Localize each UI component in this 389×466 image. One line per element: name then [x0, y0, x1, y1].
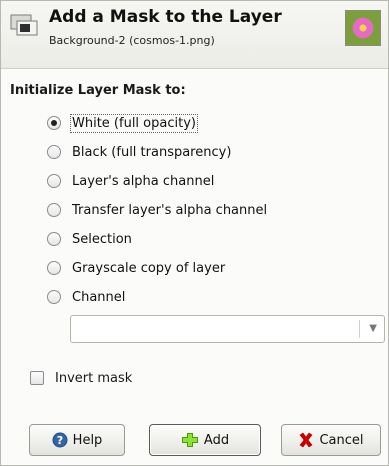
add-plus-icon — [181, 432, 199, 448]
help-icon: ? — [52, 432, 68, 448]
option-label: Channel — [72, 289, 126, 305]
option-label: Transfer layer's alpha channel — [72, 202, 268, 218]
option-transfer-alpha[interactable]: Transfer layer's alpha channel — [47, 199, 267, 221]
radio-button[interactable] — [47, 290, 61, 304]
dialog-subtitle: Background-2 (cosmos-1.png) — [49, 34, 215, 47]
cancel-button[interactable]: Cancel — [281, 424, 381, 456]
chevron-down-icon[interactable]: ▼ — [369, 323, 377, 334]
radio-button[interactable] — [47, 116, 61, 130]
add-button-label: Add — [203, 432, 230, 448]
dialog-header: Add a Mask to the Layer Background-2 (co… — [1, 1, 388, 69]
dialog-title: Add a Mask to the Layer — [49, 7, 282, 27]
radio-button[interactable] — [47, 232, 61, 246]
option-label: Black (full transparency) — [72, 144, 232, 160]
invert-mask-label: Invert mask — [55, 370, 133, 386]
help-button-label: Help — [72, 432, 103, 448]
option-layer-alpha[interactable]: Layer's alpha channel — [47, 170, 214, 192]
cancel-x-icon — [298, 432, 314, 448]
invert-mask-checkbox[interactable] — [30, 371, 44, 385]
layer-thumbnail — [345, 10, 381, 46]
option-label: White (full opacity) — [70, 113, 198, 133]
option-black[interactable]: Black (full transparency) — [47, 141, 231, 163]
mask-layer-icon — [9, 11, 39, 37]
add-layer-mask-dialog: Add a Mask to the Layer Background-2 (co… — [0, 0, 389, 466]
option-label: Layer's alpha channel — [72, 173, 215, 189]
invert-mask-row[interactable]: Invert mask — [30, 367, 132, 389]
option-selection[interactable]: Selection — [47, 228, 132, 250]
help-button[interactable]: ? Help — [29, 424, 125, 456]
option-label: Selection — [72, 231, 132, 247]
radio-button[interactable] — [47, 261, 61, 275]
combo-divider — [359, 320, 360, 338]
svg-text:?: ? — [56, 434, 62, 447]
channel-combo[interactable]: ▼ — [70, 315, 385, 343]
radio-button[interactable] — [47, 203, 61, 217]
option-grayscale-copy[interactable]: Grayscale copy of layer — [47, 257, 225, 279]
option-white[interactable]: White (full opacity) — [47, 112, 198, 134]
add-button[interactable]: Add — [149, 424, 261, 456]
section-label: Initialize Layer Mask to: — [10, 83, 186, 98]
radio-button[interactable] — [47, 145, 61, 159]
radio-button[interactable] — [47, 174, 61, 188]
option-label: Grayscale copy of layer — [72, 260, 226, 276]
cancel-button-label: Cancel — [319, 432, 364, 448]
option-channel[interactable]: Channel — [47, 286, 125, 308]
